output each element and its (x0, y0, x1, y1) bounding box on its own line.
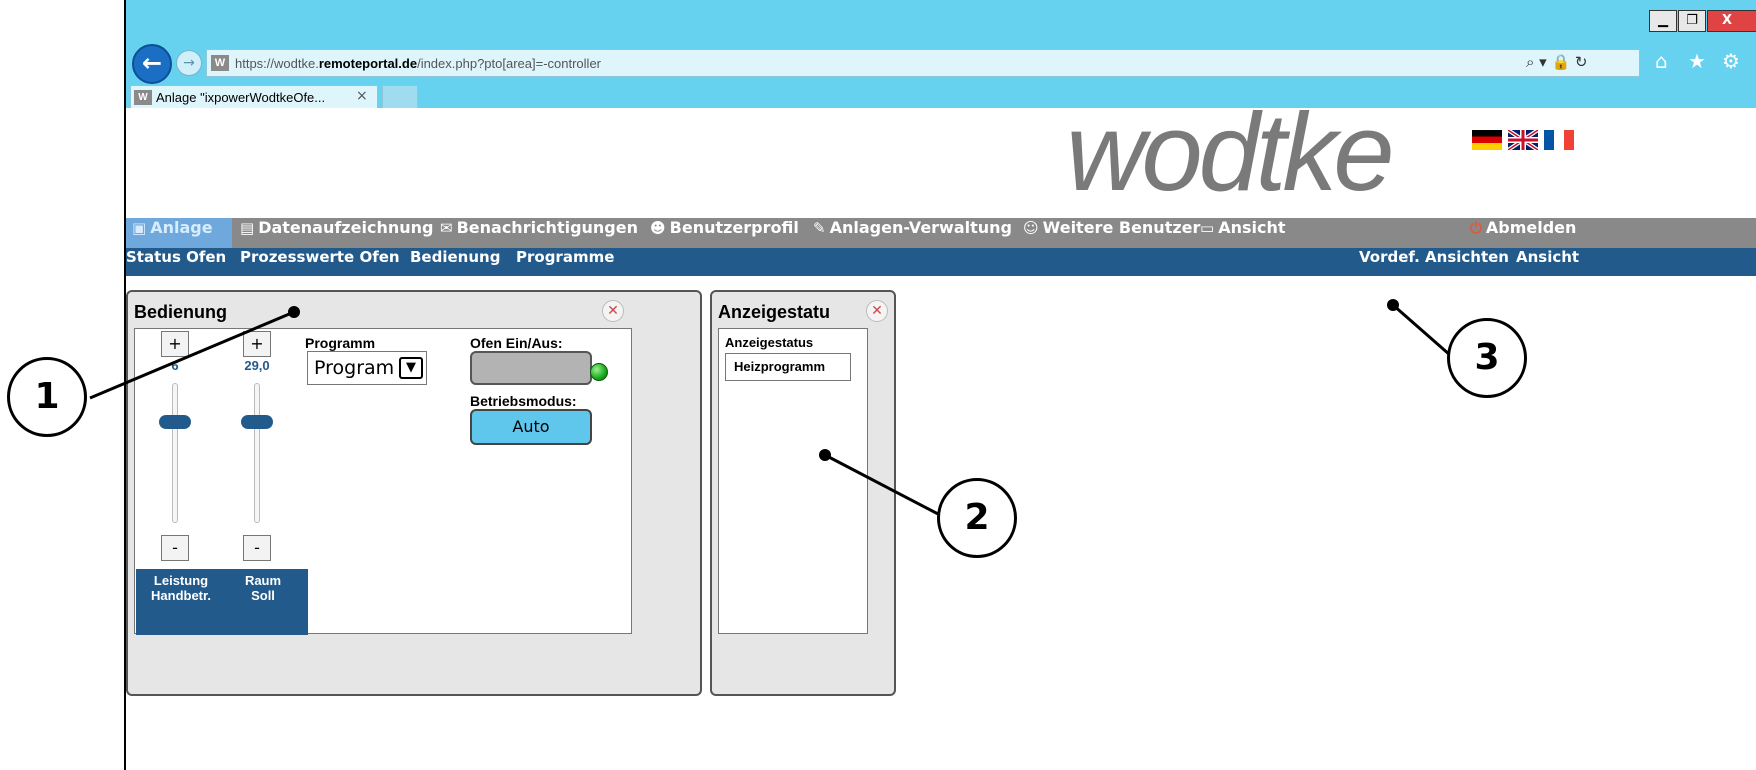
chart-icon: ▤ (240, 219, 255, 237)
monitor-icon: ▭ (1200, 219, 1215, 237)
site-favicon-icon: W (211, 55, 229, 71)
nav-label: Anlage (150, 218, 213, 237)
url-text[interactable]: https://wodtke.remoteportal.de/index.php… (235, 56, 601, 71)
new-tab-button[interactable] (382, 85, 418, 108)
bedienung-panel: Bedienung ✕ + 6 - Leistung Handbetr. + 2… (126, 290, 702, 696)
raum-plus-button[interactable]: + (243, 331, 271, 357)
nav-weitere-benutzer[interactable]: ☺ Weitere Benutzer (1019, 218, 1200, 248)
user-icon: ☻ (650, 219, 666, 237)
programm-label: Programm (305, 335, 376, 351)
tag-icon: ✎ (813, 219, 826, 237)
address-bar[interactable]: W https://wodtke.remoteportal.de/index.p… (206, 49, 1640, 77)
raum-slider[interactable] (254, 383, 260, 523)
nav-benachrichtigungen[interactable]: ✉ Benachrichtigungen (436, 218, 638, 248)
nav-anlage[interactable]: ▣ Anlage (126, 218, 232, 248)
chevron-down-icon: ▼ (399, 357, 423, 379)
star-icon[interactable]: ★ (1688, 49, 1706, 73)
callout-3: 3 (1447, 318, 1527, 398)
nav-label: Anlagen-Verwaltung (829, 218, 1012, 237)
gear-icon[interactable]: ⚙ (1722, 49, 1740, 73)
callout-1: 1 (7, 357, 87, 437)
bedienung-content: + 6 - Leistung Handbetr. + 29,0 - Raum S… (134, 328, 632, 635)
subnav-ansicht[interactable]: Ansicht (1516, 248, 1579, 276)
nav-anlagen-verwaltung[interactable]: ✎ Anlagen-Verwaltung (809, 218, 1012, 248)
url-prefix: https://wodtke. (235, 56, 319, 71)
maximize-button[interactable]: ❐ (1678, 10, 1706, 32)
raum-label-line2: Soll (251, 588, 275, 603)
anzeigestatus-panel: Anzeigestatu ✕ Anzeigestatus Heizprogram… (710, 290, 896, 696)
subnav-vordef-ansichten[interactable]: Vordef. Ansichten (1359, 248, 1509, 276)
anlage-icon: ▣ (132, 219, 147, 237)
forward-icon[interactable]: → (176, 50, 202, 76)
screenshot-stage: ▁ ❐ X ← → W https://wodtke.remoteportal.… (0, 0, 1756, 770)
subnav-status-ofen[interactable]: Status Ofen (126, 248, 226, 276)
leistung-minus-button[interactable]: - (161, 535, 189, 561)
leistung-slider[interactable] (172, 383, 178, 523)
leistung-label-line1: Leistung (153, 573, 209, 588)
leistung-label: Leistung Handbetr. (136, 569, 226, 635)
back-icon[interactable]: ← (132, 44, 172, 84)
nav-label: Ansicht (1218, 218, 1286, 237)
betriebsmodus-button[interactable]: Auto (470, 409, 592, 445)
flag-gb-icon[interactable] (1508, 130, 1538, 150)
anzeigestatus-content: Anzeigestatus Heizprogramm (718, 328, 868, 634)
betriebsmodus-label: Betriebsmodus: (470, 393, 577, 409)
sub-navigation: Status Ofen Prozesswerte Ofen Bedienung … (126, 248, 1756, 276)
ofen-ein-aus-label: Ofen Ein/Aus: (470, 335, 563, 351)
close-window-button[interactable]: X (1707, 10, 1756, 32)
url-domain: remoteportal.de (318, 56, 418, 71)
raum-label-line1: Raum (244, 573, 282, 588)
status-led-icon (590, 363, 608, 381)
callout-2: 2 (937, 478, 1017, 558)
wodtke-logo: wodtke (1066, 91, 1395, 214)
leistung-slider-handle[interactable] (159, 415, 191, 429)
programm-select-value: Program (314, 357, 395, 379)
nav-label: Weitere Benutzer (1042, 218, 1201, 237)
raum-minus-button[interactable]: - (243, 535, 271, 561)
subnav-programme[interactable]: Programme (516, 248, 614, 276)
ofen-ein-aus-toggle[interactable] (470, 351, 592, 385)
subnav-bedienung[interactable]: Bedienung (410, 248, 500, 276)
raum-label: Raum Soll (218, 569, 308, 635)
users-icon: ☺ (1023, 219, 1039, 237)
panel-title: Anzeigestatu (718, 302, 831, 322)
browser-chrome: ▁ ❐ X ← → W https://wodtke.remoteportal.… (126, 0, 1756, 108)
tab-close-icon[interactable]: × (356, 88, 368, 104)
home-icon[interactable]: ⌂ (1655, 49, 1668, 73)
programm-select[interactable]: Program ▼ (307, 351, 427, 385)
nav-ansicht[interactable]: ▭ Ansicht (1196, 218, 1286, 248)
tab-favicon-icon: W (134, 90, 152, 105)
close-icon[interactable]: ✕ (602, 300, 624, 322)
close-icon[interactable]: ✕ (866, 300, 888, 322)
url-path: /index.php?pto[area]=-controller (417, 56, 602, 71)
raum-slider-handle[interactable] (241, 415, 273, 429)
flag-fr-icon[interactable] (1544, 130, 1574, 150)
browser-tab[interactable]: W Anlage "ixpowerWodtkeOfe... × (130, 85, 378, 108)
raum-value: 29,0 (244, 358, 270, 373)
nav-label: Benutzerprofil (669, 218, 799, 237)
main-navigation: ▣ Anlage ▤ Datenaufzeichnung ✉ Benachrichti… (126, 218, 1756, 248)
leistung-plus-button[interactable]: + (161, 331, 189, 357)
minimize-button[interactable]: ▁ (1649, 10, 1677, 32)
subnav-prozesswerte-ofen[interactable]: Prozesswerte Ofen (240, 248, 400, 276)
address-tools[interactable]: ⌕ ▾ 🔒 ↻ (1526, 53, 1587, 71)
power-icon: ⏻ (1470, 219, 1482, 237)
nav-datenaufzeichnung[interactable]: ▤ Datenaufzeichnung (236, 218, 433, 248)
nav-label: Abmelden (1485, 218, 1577, 237)
nav-label: Benachrichtigungen (456, 218, 638, 237)
nav-benutzerprofil[interactable]: ☻ Benutzerprofil (646, 218, 799, 248)
anzeigestatus-label: Anzeigestatus (725, 335, 814, 350)
leistung-label-line2: Handbetr. (151, 588, 211, 603)
nav-label: Datenaufzeichnung (258, 218, 434, 237)
panel-title: Bedienung (134, 302, 227, 322)
leistung-value: 6 (171, 358, 179, 373)
nav-abmelden[interactable]: ⏻ Abmelden (1466, 218, 1576, 248)
flag-de-icon[interactable] (1472, 130, 1502, 150)
anzeigestatus-value: Heizprogramm (725, 353, 851, 381)
tab-title: Anlage "ixpowerWodtkeOfe... (156, 90, 326, 105)
envelope-icon: ✉ (440, 219, 453, 237)
